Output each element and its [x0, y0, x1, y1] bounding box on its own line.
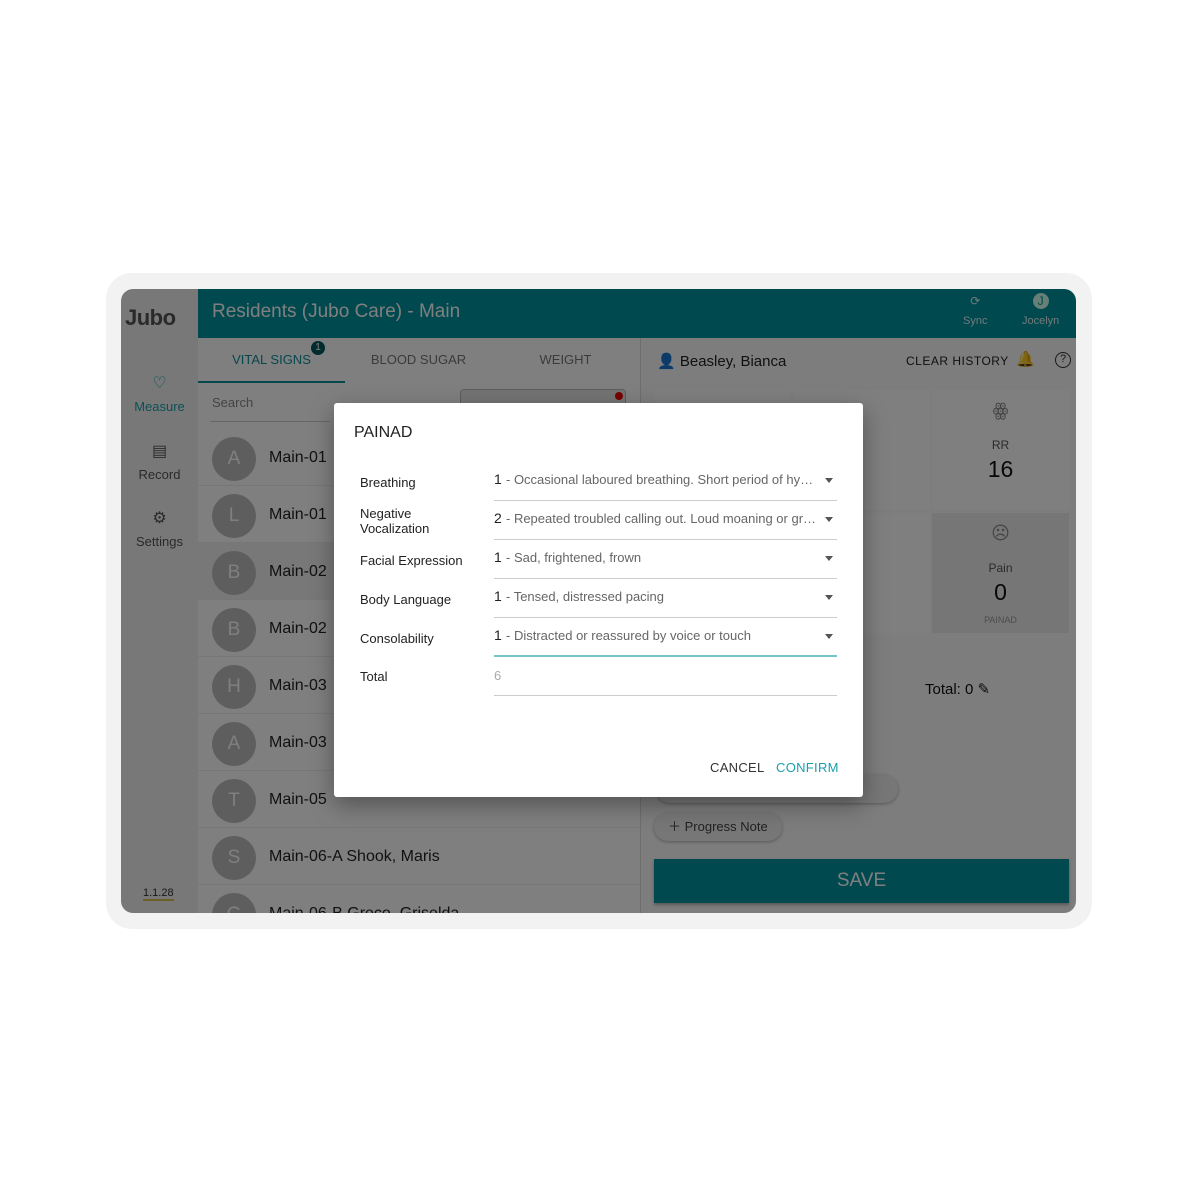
field-label: Breathing [360, 475, 416, 490]
dropdown-arrow-icon [825, 478, 833, 483]
score-value: 1 [494, 471, 502, 487]
painad-field-row: Body Language 1 - Tensed, distressed pacin… [334, 579, 863, 618]
field-label: Facial Expression [360, 553, 463, 568]
score-description: - Tensed, distressed pacing [506, 589, 665, 604]
painad-field-row: Facial Expression 1 - Sad, frightened, fro… [334, 540, 863, 579]
dropdown-arrow-icon [825, 517, 833, 522]
cancel-button[interactable]: CANCEL [710, 760, 765, 775]
score-value: 1 [494, 588, 502, 604]
score-value: 2 [494, 510, 502, 526]
score-value: 1 [494, 627, 502, 643]
painad-dialog: PAINAD Breathing 1 - Occasional laboured b… [334, 403, 863, 797]
dropdown-arrow-icon [825, 556, 833, 561]
dialog-title: PAINAD [354, 424, 413, 441]
field-label: Body Language [360, 592, 452, 607]
score-description: - Occasional laboured breathing. Short p… [506, 472, 818, 487]
score-value: 1 [494, 549, 502, 565]
painad-field-row: Negative Vocalization 2 - Repeated trouble… [334, 501, 863, 540]
score-select[interactable]: 1 - Occasional laboured breathing. Short … [494, 462, 837, 501]
total-value: 6 [494, 668, 502, 683]
score-description: - Sad, frightened, frown [506, 550, 642, 565]
app-screen: Jubo ♡Measure ▤Record ⚙Settings 1.1.28 R… [121, 289, 1076, 913]
score-description: - Distracted or reassured by voice or to… [506, 628, 751, 643]
painad-field-row: Consolability 1 - Distracted or reassured … [334, 618, 863, 657]
dropdown-arrow-icon [825, 595, 833, 600]
score-select[interactable]: 2 - Repeated troubled calling out. Loud m… [494, 501, 837, 540]
dropdown-arrow-icon [825, 634, 833, 639]
confirm-button[interactable]: CONFIRM [776, 760, 839, 775]
field-label: Total [360, 669, 388, 684]
total-field: 6 [494, 657, 837, 696]
score-select[interactable]: 1 - Distracted or reassured by voice or t… [494, 618, 837, 657]
total-row: Total 6 [334, 657, 863, 696]
field-label: Negative Vocalization [360, 506, 430, 536]
score-description: - Repeated troubled calling out. Loud mo… [506, 511, 818, 526]
score-select[interactable]: 1 - Tensed, distressed pacing [494, 579, 837, 618]
painad-field-row: Breathing 1 - Occasional laboured breathin… [334, 462, 863, 501]
field-label: Consolability [360, 631, 434, 646]
score-select[interactable]: 1 - Sad, frightened, frown [494, 540, 837, 579]
